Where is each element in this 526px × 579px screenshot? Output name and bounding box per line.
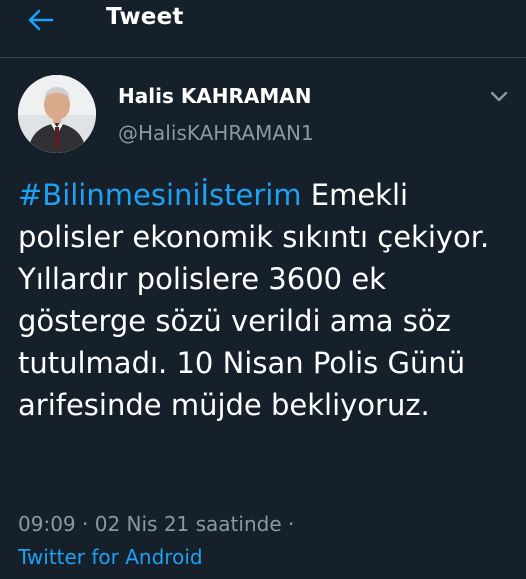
tweet-menu-button[interactable]: [488, 88, 510, 104]
profile-photo: [18, 75, 96, 153]
tweet-timestamp: 09:09 · 02 Nis 21 saatinde ·: [18, 512, 294, 536]
avatar[interactable]: [18, 75, 96, 153]
author-display-name[interactable]: Halis KAHRAMAN: [118, 84, 312, 108]
author-handle[interactable]: @HalisKAHRAMAN1: [118, 121, 314, 145]
hashtag-link[interactable]: #Bilinmesiniİsterim: [18, 178, 302, 212]
meta-separator-trailing: ·: [288, 512, 295, 536]
tweet-source-link[interactable]: Twitter for Android: [18, 545, 203, 569]
back-button[interactable]: [24, 8, 56, 32]
header-divider: [0, 57, 526, 58]
tweet-text: #Bilinmesiniİsterim Emekli polisler ekon…: [18, 174, 518, 426]
tweet-text-content: Emekli polisler ekonomik sıkıntı çekiyor…: [18, 178, 490, 422]
back-arrow-icon: [28, 9, 54, 31]
top-bar: Tweet: [0, 0, 526, 56]
tweet-detail-screen: Tweet Halis KAHRAMAN @HalisKAHRAMAN1 #Bi…: [0, 0, 526, 579]
chevron-down-icon: [490, 91, 508, 102]
tweet-date: 02 Nis 21 saatinde: [94, 512, 282, 536]
page-title: Tweet: [106, 4, 184, 30]
tweet-time: 09:09: [18, 512, 76, 536]
meta-separator: ·: [82, 512, 89, 536]
